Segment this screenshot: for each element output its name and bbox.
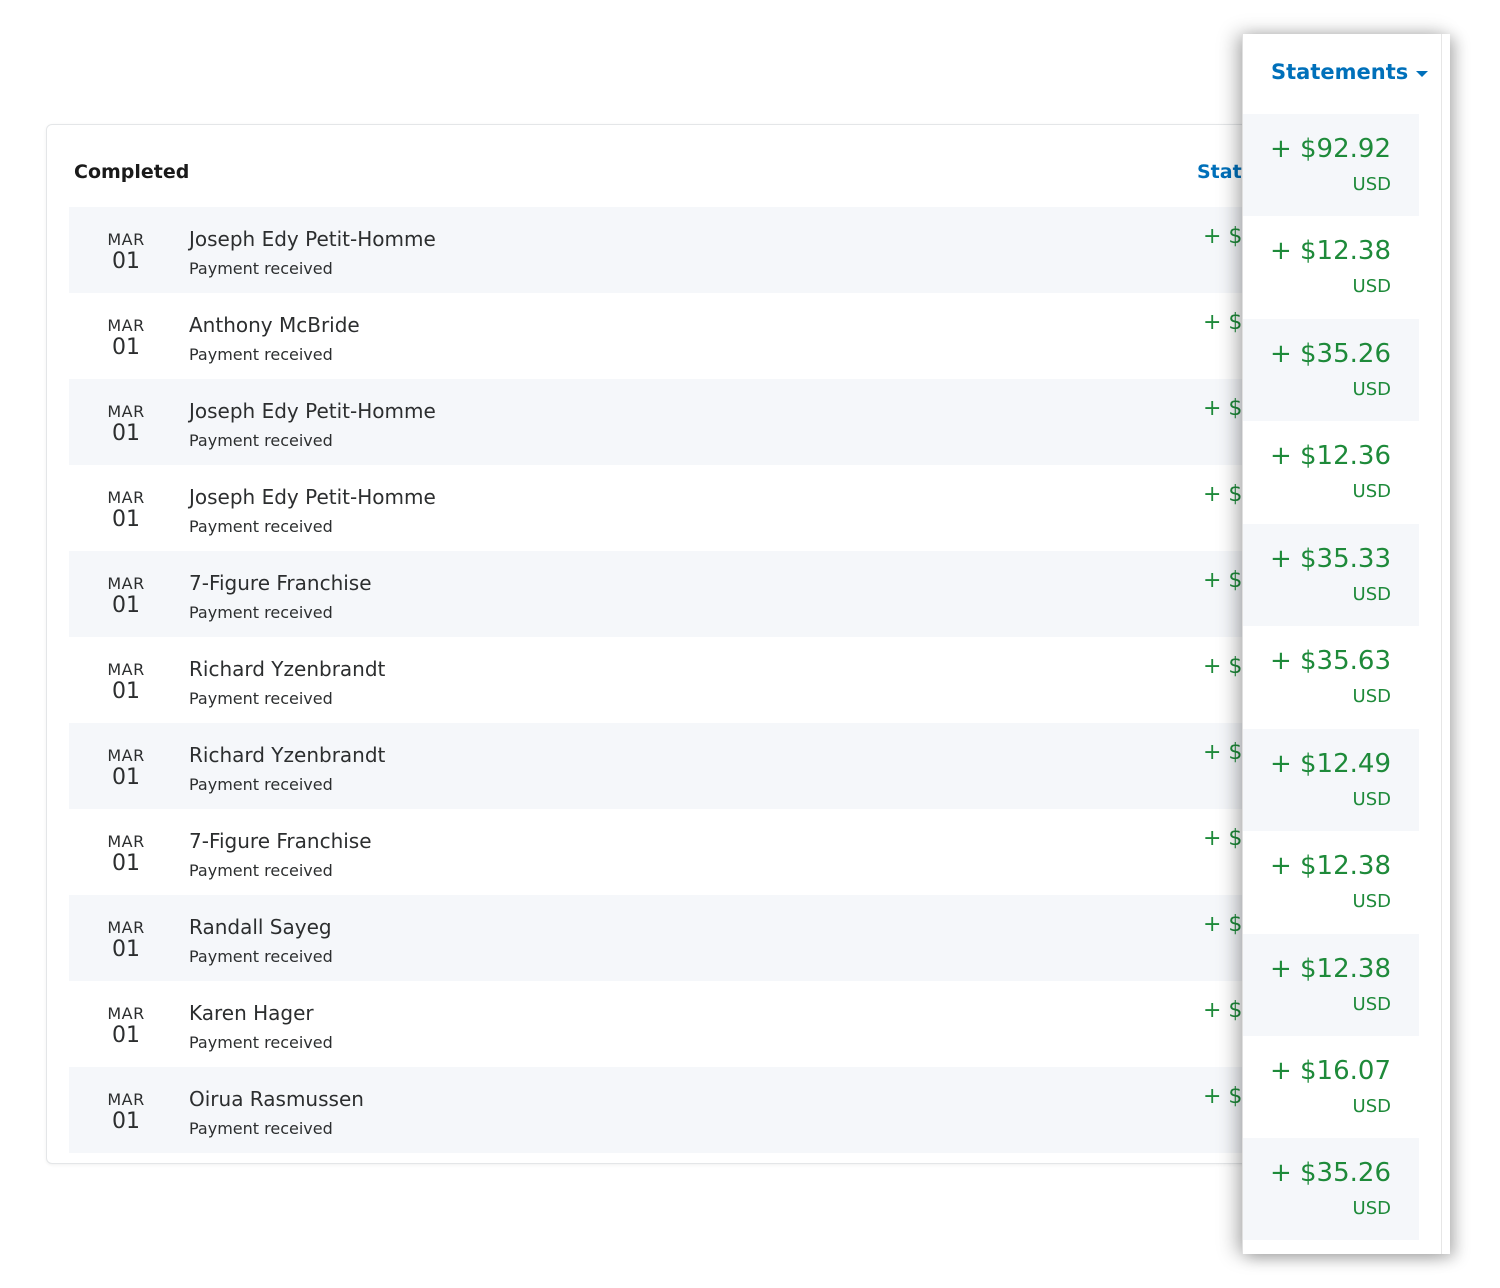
payer-name: Anthony McBride <box>189 313 360 337</box>
payer-name: Richard Yzenbrandt <box>189 743 386 767</box>
transaction-row[interactable]: MAR 01 Anthony McBride Payment received … <box>69 293 1255 379</box>
amount-value: + $12.49 <box>1269 749 1391 779</box>
date-day: 01 <box>112 1109 140 1134</box>
amount-row[interactable]: + $12.36 USD <box>1243 421 1419 523</box>
date-month: MAR <box>107 316 145 335</box>
transaction-desc: Payment received <box>189 689 333 708</box>
amount-currency: USD <box>1352 584 1391 605</box>
date-month: MAR <box>107 746 145 765</box>
amount-currency: USD <box>1352 994 1391 1015</box>
amount-currency: USD <box>1352 276 1391 297</box>
transaction-desc: Payment received <box>189 1119 333 1138</box>
payer-name: Oirua Rasmussen <box>189 1087 364 1111</box>
transaction-row[interactable]: MAR 01 Joseph Edy Petit-Homme Payment re… <box>69 465 1255 551</box>
statements-dropdown[interactable]: Statements <box>1271 60 1429 84</box>
transaction-desc: Payment received <box>189 603 333 622</box>
transaction-row[interactable]: MAR 01 7-Figure Franchise Payment receiv… <box>69 809 1255 895</box>
date-month: MAR <box>107 832 145 851</box>
date-month: MAR <box>107 1004 145 1023</box>
payer-name: Karen Hager <box>189 1001 314 1025</box>
transaction-desc: Payment received <box>189 345 333 364</box>
transactions-card: Completed Statements MAR 01 Joseph Edy P… <box>46 124 1256 1164</box>
amount-value: + $12.38 <box>1269 236 1391 266</box>
payer-name: Richard Yzenbrandt <box>189 657 386 681</box>
date-month: MAR <box>107 660 145 679</box>
amount-row[interactable]: + $12.38 USD <box>1243 934 1419 1036</box>
payer-name: Joseph Edy Petit-Homme <box>189 399 436 423</box>
transaction-row[interactable]: MAR 01 Oirua Rasmussen Payment received … <box>69 1067 1255 1153</box>
amount-value: + $12.38 <box>1269 851 1391 881</box>
amount-row[interactable]: + $35.33 USD <box>1243 524 1419 626</box>
date-month: MAR <box>107 488 145 507</box>
transaction-row[interactable]: MAR 01 7-Figure Franchise Payment receiv… <box>69 551 1255 637</box>
transaction-desc: Payment received <box>189 861 333 880</box>
transaction-row[interactable]: MAR 01 Richard Yzenbrandt Payment receiv… <box>69 637 1255 723</box>
transaction-desc: Payment received <box>189 431 333 450</box>
date-day: 01 <box>112 507 140 532</box>
date-day: 01 <box>112 421 140 446</box>
payer-name: Randall Sayeg <box>189 915 332 939</box>
transaction-desc: Payment received <box>189 517 333 536</box>
statements-dropdown-label: Statements <box>1271 60 1409 84</box>
payer-name: Joseph Edy Petit-Homme <box>189 227 436 251</box>
date-month: MAR <box>107 574 145 593</box>
amount-currency: USD <box>1352 481 1391 502</box>
date-day: 01 <box>112 1023 140 1048</box>
payer-name: 7-Figure Franchise <box>189 829 372 853</box>
transaction-row[interactable]: MAR 01 Joseph Edy Petit-Homme Payment re… <box>69 379 1255 465</box>
amount-value: + $12.38 <box>1269 954 1391 984</box>
date-day: 01 <box>112 335 140 360</box>
date-day: 01 <box>112 593 140 618</box>
amount-currency: USD <box>1352 1198 1391 1219</box>
date-month: MAR <box>107 1090 145 1109</box>
amount-value: + $35.26 <box>1269 1158 1391 1188</box>
amount-currency: USD <box>1352 789 1391 810</box>
transaction-desc: Payment received <box>189 259 333 278</box>
amount-value: + $35.63 <box>1269 646 1391 676</box>
amount-row[interactable]: + $35.26 USD <box>1243 1138 1419 1240</box>
amount-row[interactable]: + $12.38 USD <box>1243 831 1419 933</box>
payer-name: 7-Figure Franchise <box>189 571 372 595</box>
amount-value: + $35.26 <box>1269 339 1391 369</box>
date-day: 01 <box>112 765 140 790</box>
amount-row[interactable]: + $16.07 USD <box>1243 1036 1419 1138</box>
amount-row[interactable]: + $35.26 USD <box>1243 319 1419 421</box>
transaction-desc: Payment received <box>189 1033 333 1052</box>
amount-currency: USD <box>1352 1096 1391 1117</box>
transaction-row[interactable]: MAR 01 Richard Yzenbrandt Payment receiv… <box>69 723 1255 809</box>
amount-value: + $12.36 <box>1269 441 1391 471</box>
amount-value: + $35.33 <box>1269 544 1391 574</box>
transaction-desc: Payment received <box>189 775 333 794</box>
transaction-desc: Payment received <box>189 947 333 966</box>
caret-down-icon <box>1416 70 1429 77</box>
amount-value: + $92.92 <box>1269 134 1391 164</box>
transaction-row[interactable]: MAR 01 Karen Hager Payment received + $1 <box>69 981 1255 1067</box>
amount-currency: USD <box>1352 891 1391 912</box>
transaction-row[interactable]: MAR 01 Joseph Edy Petit-Homme Payment re… <box>69 207 1255 293</box>
panel-divider <box>1441 34 1442 1254</box>
date-day: 01 <box>112 851 140 876</box>
date-month: MAR <box>107 918 145 937</box>
transaction-row[interactable]: MAR 01 Randall Sayeg Payment received + … <box>69 895 1255 981</box>
payer-name: Joseph Edy Petit-Homme <box>189 485 436 509</box>
amount-row[interactable]: + $92.92 USD <box>1243 114 1419 216</box>
amount-row[interactable]: + $35.63 USD <box>1243 626 1419 728</box>
amount-currency: USD <box>1352 686 1391 707</box>
date-month: MAR <box>107 230 145 249</box>
date-day: 01 <box>112 679 140 704</box>
amount-currency: USD <box>1352 379 1391 400</box>
date-day: 01 <box>112 937 140 962</box>
amount-value: + $16.07 <box>1269 1056 1391 1086</box>
amount-currency: USD <box>1352 174 1391 195</box>
date-month: MAR <box>107 402 145 421</box>
amount-row[interactable]: + $12.38 USD <box>1243 216 1419 318</box>
amount-row[interactable]: + $12.49 USD <box>1243 729 1419 831</box>
statements-amount-panel: Statements + $92.92 USD + $12.38 USD + $… <box>1242 34 1450 1254</box>
date-day: 01 <box>112 249 140 274</box>
section-title: Completed <box>74 161 190 183</box>
